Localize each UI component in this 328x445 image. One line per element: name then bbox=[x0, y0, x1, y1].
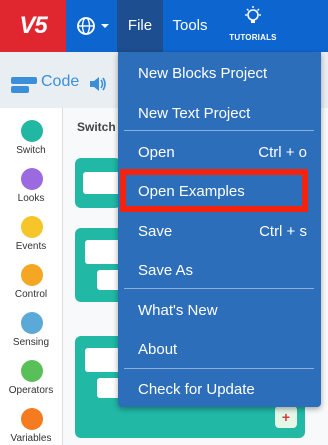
file-dropdown-menu: New Blocks Project New Text Project Open… bbox=[118, 52, 321, 407]
menu-item-label: Check for Update bbox=[138, 381, 255, 398]
category-looks[interactable]: Looks bbox=[0, 160, 62, 208]
category-label: Events bbox=[15, 241, 47, 252]
block-slot bbox=[83, 172, 123, 194]
category-sensing[interactable]: Sensing bbox=[0, 304, 62, 352]
add-icon[interactable]: + bbox=[275, 406, 297, 428]
category-label: Variables bbox=[10, 433, 52, 444]
menu-divider bbox=[124, 130, 314, 131]
menu-item-save-as[interactable]: Save As bbox=[118, 251, 321, 289]
menu-item-label: New Text Project bbox=[138, 105, 251, 122]
category-operators[interactable]: Operators bbox=[0, 352, 62, 400]
lightbulb-icon bbox=[245, 6, 261, 23]
menu-item-shortcut: Ctrl + s bbox=[259, 223, 307, 240]
top-bar: V5 File Tools TUTORIALS bbox=[0, 0, 328, 52]
menu-item-shortcut: Ctrl + o bbox=[258, 144, 307, 161]
category-dot bbox=[21, 408, 43, 430]
code-tab-label: Code bbox=[41, 73, 80, 90]
category-events[interactable]: Events bbox=[0, 208, 62, 256]
file-menu-button[interactable]: File bbox=[117, 0, 163, 52]
category-label: Sensing bbox=[12, 337, 50, 348]
category-dot bbox=[21, 360, 43, 382]
blocks-icon bbox=[11, 77, 37, 93]
menu-item-whats-new[interactable]: What's New bbox=[118, 291, 321, 329]
menu-item-label: Save As bbox=[138, 262, 194, 279]
category-dot bbox=[21, 264, 43, 286]
category-label: Operators bbox=[8, 385, 54, 396]
menu-item-save[interactable]: Save Ctrl + s bbox=[118, 212, 321, 250]
speaker-icon[interactable] bbox=[89, 75, 107, 93]
category-dot bbox=[21, 312, 43, 334]
menu-item-open[interactable]: Open Ctrl + o bbox=[118, 133, 321, 171]
highlight-box bbox=[120, 169, 308, 212]
menu-divider bbox=[124, 368, 314, 369]
menu-item-new-blocks-project[interactable]: New Blocks Project bbox=[118, 54, 321, 92]
menu-item-new-text-project[interactable]: New Text Project bbox=[118, 94, 321, 132]
tutorials-button[interactable]: TUTORIALS bbox=[224, 6, 282, 46]
category-control[interactable]: Control bbox=[0, 256, 62, 304]
category-dot bbox=[21, 120, 43, 142]
category-label: Switch bbox=[16, 145, 46, 156]
category-label: Looks bbox=[17, 193, 45, 204]
menu-item-label: New Blocks Project bbox=[138, 65, 268, 82]
menu-divider bbox=[124, 288, 314, 289]
category-variables[interactable]: Variables bbox=[0, 400, 62, 445]
category-dot bbox=[21, 168, 43, 190]
language-button[interactable] bbox=[74, 14, 114, 38]
category-switch[interactable]: Switch bbox=[0, 112, 62, 160]
category-dot bbox=[21, 216, 43, 238]
menu-item-label: Open bbox=[138, 144, 175, 161]
tools-menu-button[interactable]: Tools bbox=[168, 0, 212, 52]
menu-item-check-for-update[interactable]: Check for Update bbox=[118, 370, 321, 408]
category-label: Control bbox=[14, 289, 48, 300]
vexcode-logo: V5 bbox=[0, 0, 66, 52]
globe-icon bbox=[77, 17, 109, 35]
switch-block[interactable] bbox=[75, 158, 123, 208]
palette-title: Switch bbox=[77, 120, 116, 134]
tutorials-label: TUTORIALS bbox=[229, 33, 277, 42]
menu-item-label: Save bbox=[138, 223, 173, 240]
code-tab[interactable]: Code bbox=[3, 60, 115, 108]
menu-item-about[interactable]: About bbox=[118, 330, 321, 368]
menu-item-label: About bbox=[138, 341, 178, 358]
category-list: Switch Looks Events Control Sensing Oper… bbox=[0, 108, 62, 445]
menu-item-label: What's New bbox=[138, 302, 218, 319]
